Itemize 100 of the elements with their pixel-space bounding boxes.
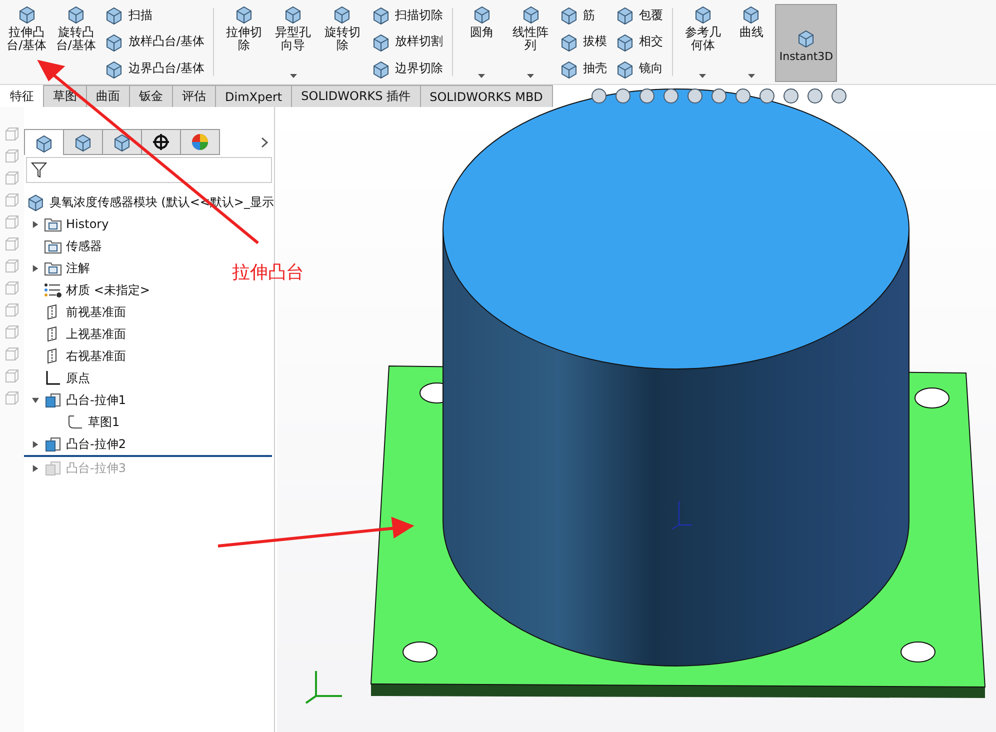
- toolbar-icon: [615, 5, 636, 26]
- ribbon-button[interactable]: 拉伸凸台/基体: [2, 0, 52, 84]
- toolbar-icon: [520, 4, 541, 24]
- ribbon-button[interactable]: 边界切除: [370, 58, 443, 79]
- part-icon: [26, 192, 46, 212]
- ribbon-button[interactable]: 放样凸台/基体: [104, 32, 204, 52]
- view-tool-icon[interactable]: [686, 87, 704, 105]
- view-tool-icon[interactable]: [710, 87, 728, 105]
- ribbon-button[interactable]: 扫描: [104, 5, 204, 26]
- tree-item[interactable]: 凸台-拉伸1: [66, 392, 126, 408]
- dropdown-caret-icon[interactable]: [290, 74, 297, 78]
- view-tool-icon[interactable]: [590, 87, 608, 105]
- tree-item[interactable]: 草图1: [88, 414, 120, 430]
- toolbar-icon: [370, 32, 391, 52]
- part-icon: [34, 132, 54, 152]
- tree-item[interactable]: 右视基准面: [66, 348, 126, 364]
- view-tool-icon[interactable]: [806, 87, 824, 105]
- ribbon-button[interactable]: 相交: [615, 32, 664, 52]
- toolbar-icon: [472, 4, 492, 24]
- toolbar-icon: [559, 32, 580, 52]
- panel-tab[interactable]: [141, 129, 181, 155]
- ribbon-button[interactable]: 参考几何体: [678, 0, 728, 84]
- ribbon-button[interactable]: 异型孔向导: [268, 0, 318, 84]
- mounting-hole: [402, 642, 438, 662]
- tab[interactable]: DimXpert: [215, 85, 292, 107]
- ribbon-button[interactable]: 抽壳: [559, 58, 608, 79]
- view-tool-icon[interactable]: [830, 87, 848, 105]
- ribbon-button[interactable]: 镜向: [615, 58, 664, 79]
- mounting-hole: [900, 642, 936, 662]
- view-tool-icon[interactable]: [758, 87, 776, 105]
- dropdown-caret-icon[interactable]: [699, 74, 706, 78]
- toolbar-icon: [283, 4, 304, 24]
- expand-arrow[interactable]: [30, 439, 40, 449]
- tree-item[interactable]: 原点: [66, 370, 90, 386]
- ribbon-button[interactable]: 包覆: [615, 5, 664, 26]
- panel-tab[interactable]: [24, 129, 64, 155]
- view-tool-icon[interactable]: [638, 87, 656, 105]
- extrude-icon: [44, 436, 62, 452]
- dropdown-caret-icon[interactable]: [748, 74, 755, 78]
- toolbar-icon: [370, 5, 391, 26]
- ribbon-button[interactable]: 曲线: [727, 0, 776, 84]
- ribbon-button[interactable]: 筋: [559, 5, 608, 26]
- toolbar-icon: [370, 58, 391, 79]
- ribbon-button[interactable]: 圆角: [458, 0, 506, 84]
- filter-field[interactable]: [26, 157, 272, 183]
- ribbon-button[interactable]: 拔模: [559, 32, 608, 52]
- toolbar-icon: [66, 4, 86, 24]
- ribbon-button[interactable]: Instant3D: [775, 4, 838, 82]
- tree-item[interactable]: 前视基准面: [66, 304, 126, 320]
- view-tool-icon[interactable]: [734, 87, 752, 105]
- collapse-arrow[interactable]: [30, 395, 40, 405]
- toolbar-icon: [741, 4, 762, 24]
- tree-item[interactable]: 传感器: [66, 238, 102, 254]
- toolbar-icon: [104, 58, 124, 79]
- filter-icon: [31, 161, 47, 179]
- toolbar-icon: [615, 32, 636, 52]
- folder-icon: [44, 238, 62, 254]
- ribbon-button[interactable]: 拉伸切除: [219, 0, 269, 84]
- view-tool-icon[interactable]: [782, 87, 800, 105]
- ribbon-button[interactable]: 旋转凸台/基体: [51, 0, 100, 84]
- ribbon-button[interactable]: 线性阵列: [506, 0, 556, 84]
- ribbon-button[interactable]: 扫描切除: [370, 5, 443, 26]
- expand-arrow[interactable]: [30, 263, 40, 273]
- tab[interactable]: SOLIDWORKS MBD: [420, 85, 553, 107]
- color-wheel-icon: [191, 133, 209, 151]
- sketch-icon: [66, 414, 84, 430]
- toolbar-icon: [234, 4, 254, 24]
- tree-item[interactable]: 注解: [66, 260, 90, 276]
- extrude-icon: [44, 392, 62, 408]
- tab[interactable]: 钣金: [129, 85, 173, 107]
- crosshair-icon: [152, 133, 170, 151]
- tab[interactable]: 曲面: [86, 85, 130, 107]
- toolbar-icon: [559, 58, 580, 79]
- folder-icon: [44, 260, 62, 276]
- view-tool-icon[interactable]: [662, 87, 680, 105]
- view-tool-icon[interactable]: [614, 87, 632, 105]
- annotation-label: 拉伸凸台: [232, 261, 304, 284]
- tree-item[interactable]: 凸台-拉伸2: [66, 436, 126, 452]
- toolbar-icon: [16, 4, 37, 24]
- dropdown-caret-icon[interactable]: [527, 74, 534, 78]
- tab[interactable]: SOLIDWORKS 插件: [291, 85, 421, 107]
- toolbar-icon: [104, 32, 124, 52]
- dropdown-caret-icon[interactable]: [478, 74, 486, 78]
- toolbar-icon: [796, 28, 816, 48]
- tree-item[interactable]: 上视基准面: [66, 326, 126, 342]
- tab[interactable]: 评估: [172, 85, 216, 107]
- origin-axes-icon: [672, 500, 692, 530]
- origin-icon: [44, 370, 62, 386]
- tree-item[interactable]: History: [66, 217, 109, 231]
- mounting-hole: [914, 388, 950, 408]
- expand-arrow[interactable]: [30, 219, 40, 229]
- toolbar-icon: [332, 4, 352, 24]
- folder-icon: [44, 216, 62, 232]
- tree-item[interactable]: 材质 <未指定>: [66, 282, 150, 298]
- ribbon-button[interactable]: 边界凸台/基体: [104, 58, 204, 79]
- ribbon-button[interactable]: 旋转切除: [318, 0, 367, 84]
- ribbon-button[interactable]: 放样切割: [370, 32, 443, 52]
- toolbar-icon: [692, 4, 713, 24]
- toolbar-icon: [559, 5, 580, 26]
- toolbar-icon: [104, 5, 124, 26]
